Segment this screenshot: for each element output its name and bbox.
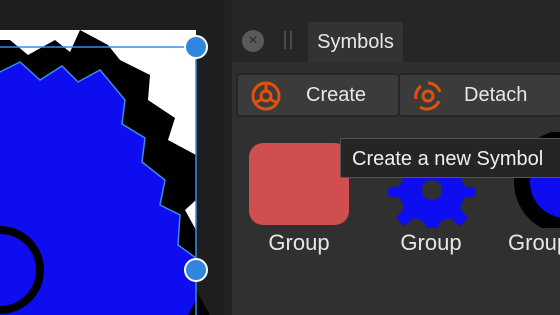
detach-symbol-icon: [414, 81, 442, 111]
panel-divider: [224, 0, 232, 315]
selection-handle-right[interactable]: [184, 258, 208, 282]
create-label: Create: [306, 84, 367, 106]
tooltip: Create a new Symbol: [340, 138, 560, 178]
symbol-label: Group: [268, 230, 330, 255]
create-button[interactable]: Create: [236, 73, 400, 117]
create-symbol-icon: [251, 81, 281, 111]
symbol-thumbnail-red[interactable]: [249, 143, 349, 225]
symbols-toolbar: Create Detach: [232, 62, 560, 119]
gear-artwork: [0, 30, 210, 315]
drag-grip-icon[interactable]: [284, 31, 292, 49]
document-canvas[interactable]: [0, 0, 224, 315]
tab-symbols[interactable]: Symbols: [308, 22, 403, 62]
panel-tab-bar: × Symbols: [232, 0, 560, 62]
detach-button[interactable]: Detach: [398, 73, 560, 117]
detach-label: Detach: [464, 84, 528, 106]
symbol-label: Group: [400, 230, 462, 255]
symbol-label: Group: [508, 230, 560, 255]
close-icon[interactable]: ×: [242, 30, 264, 52]
symbols-panel: × Symbols Create Detach Group Group Grou…: [232, 0, 560, 315]
selection-handle-top-right[interactable]: [184, 35, 208, 59]
